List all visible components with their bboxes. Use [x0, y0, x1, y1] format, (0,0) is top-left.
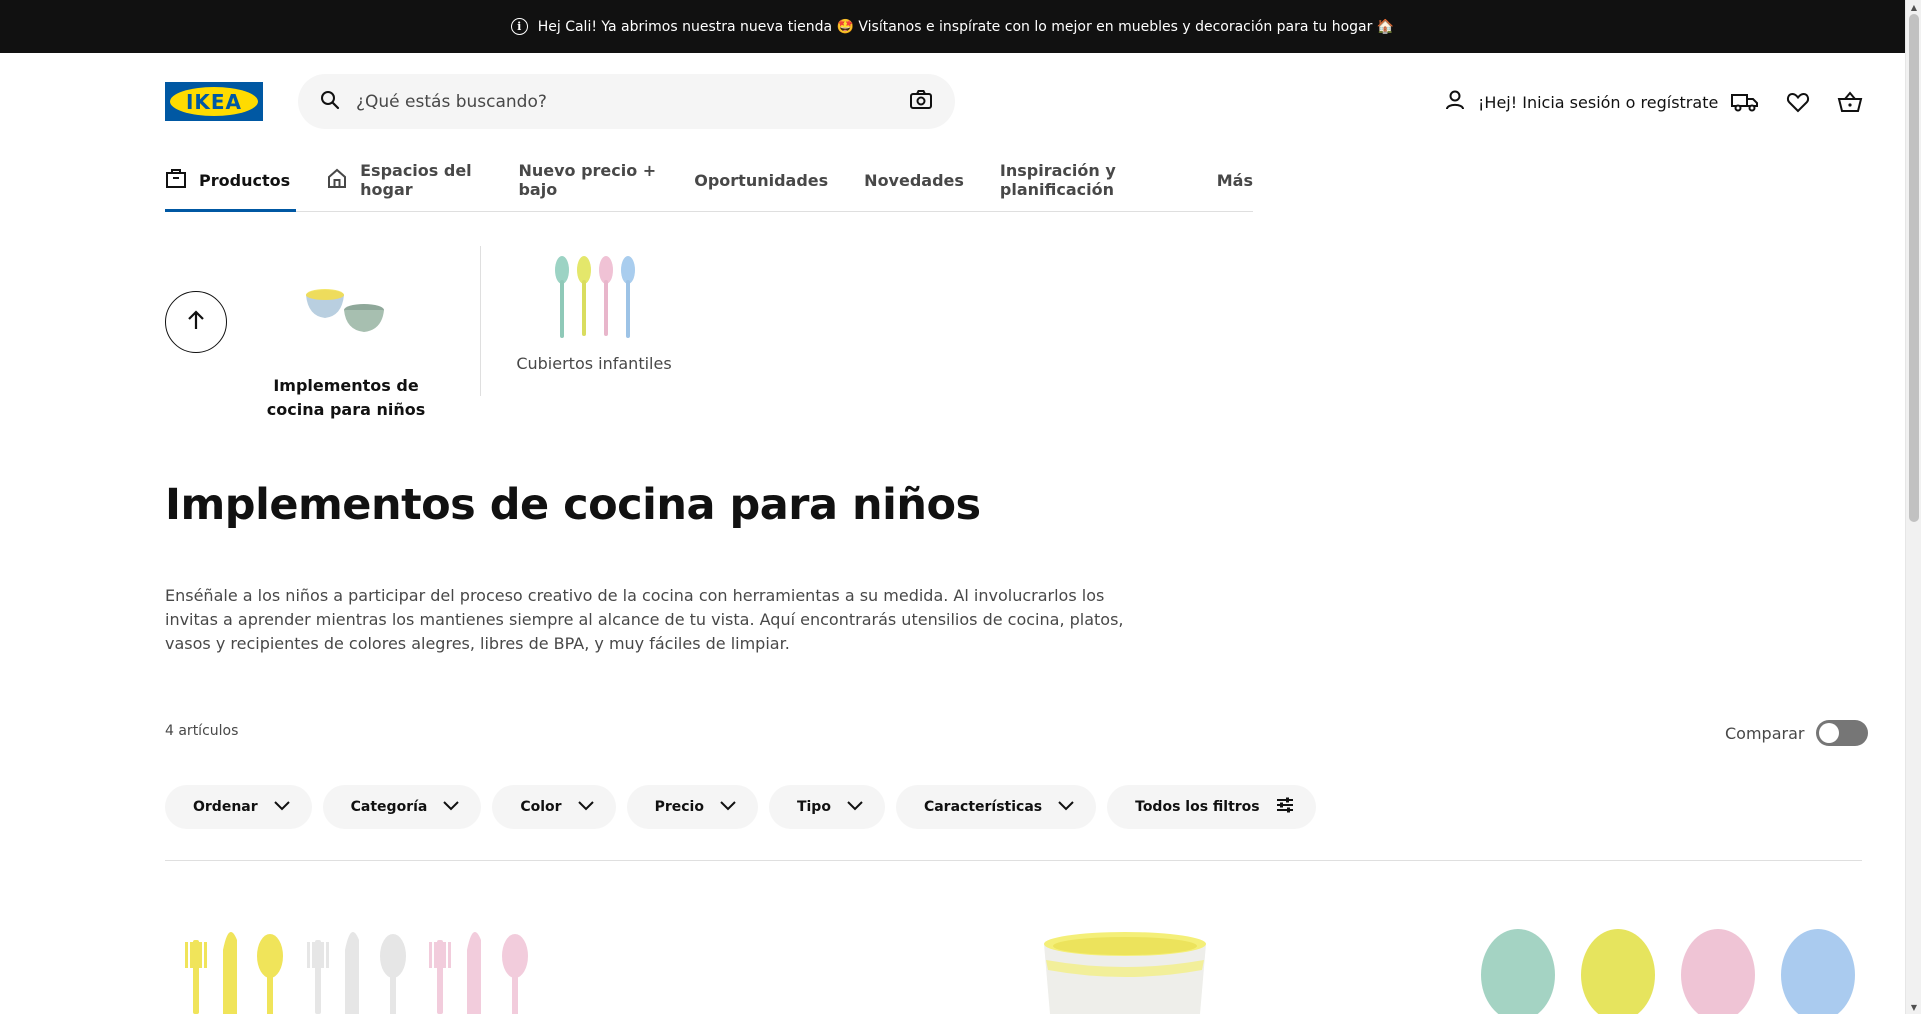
category-item-cubiertos[interactable]: Cubiertos infantiles — [516, 246, 672, 376]
category-label: Implementos de cocina para niños — [266, 376, 426, 419]
logo-text: IKEA — [185, 89, 243, 114]
nav-label: Más — [1216, 170, 1253, 190]
chevron-down-icon — [443, 799, 460, 815]
category-label: Cubiertos infantiles — [516, 354, 672, 373]
chevron-down-icon — [1058, 799, 1074, 815]
page-title: Implementos de cocina para niños — [165, 480, 981, 530]
filter-todos[interactable]: Todos los filtros — [1107, 785, 1316, 829]
search-bar[interactable]: ¿Qué estás buscando? — [298, 74, 955, 129]
product-image-spoons[interactable] — [1475, 925, 1860, 1014]
login-link[interactable]: ¡Hej! Inicia sesión o regístrate — [1444, 82, 1718, 122]
scroll-down-arrow[interactable]: ▼ — [1906, 1000, 1921, 1014]
search-icon — [320, 90, 340, 114]
ikea-logo[interactable]: IKEA — [165, 82, 263, 121]
filter-label: Categoría — [350, 799, 428, 815]
nav-item-espacios[interactable]: Espacios del hogar — [326, 160, 482, 200]
product-image-cutlery-set[interactable] — [175, 920, 545, 1014]
info-circle-icon: i — [510, 18, 528, 35]
filter-ordenar[interactable]: Ordenar — [165, 785, 312, 829]
category-thumbnail — [248, 258, 444, 358]
filter-color[interactable]: Color — [492, 785, 616, 829]
nav-label: Oportunidades — [694, 170, 829, 190]
camera-icon[interactable] — [909, 89, 933, 115]
filter-label: Precio — [654, 799, 704, 815]
filter-precio[interactable]: Precio — [626, 785, 758, 829]
nav-label: Novedades — [864, 170, 964, 190]
search-input[interactable]: ¿Qué estás buscando? — [356, 92, 909, 112]
filter-tipo[interactable]: Tipo — [768, 785, 885, 829]
user-icon — [1444, 89, 1466, 115]
filter-caracteristicas[interactable]: Características — [895, 785, 1097, 829]
filter-separator — [165, 860, 1862, 861]
login-label: ¡Hej! Inicia sesión o regístrate — [1478, 92, 1719, 112]
nav-item-nuevo-precio[interactable]: Nuevo precio + bajo — [518, 160, 658, 200]
nav-item-mas[interactable]: Más — [1217, 160, 1253, 200]
chevron-down-icon — [273, 799, 290, 815]
chevron-down-icon — [847, 799, 863, 815]
main-nav: Productos Espacios del hogar Nuevo preci… — [165, 160, 1253, 212]
filter-label: Todos los filtros — [1135, 799, 1260, 815]
back-up-button[interactable] — [165, 291, 227, 353]
product-image-bowls[interactable] — [1040, 930, 1210, 1014]
scroll-up-arrow[interactable]: ▲ — [1906, 0, 1921, 14]
banner-text: Hej Cali! Ya abrimos nuestra nueva tiend… — [537, 18, 1395, 35]
category-item-implementos[interactable]: Implementos de cocina para niños — [248, 258, 444, 422]
nav-item-productos[interactable]: Productos — [165, 160, 297, 212]
home-icon — [326, 167, 348, 193]
filter-label: Ordenar — [193, 799, 258, 815]
compare-toggle[interactable] — [1816, 720, 1869, 746]
filter-bar: Ordenar Categoría Color Precio Tipo Cara… — [165, 785, 1316, 829]
chevron-down-icon — [577, 799, 594, 815]
item-count: 4 artículos — [165, 723, 239, 739]
nav-label: Espacios del hogar — [360, 161, 472, 199]
bag-icon — [165, 167, 187, 193]
category-divider — [480, 246, 481, 396]
nav-item-oportunidades[interactable]: Oportunidades — [694, 160, 828, 200]
page-description: Enséñale a los niños a participar del pr… — [165, 586, 1124, 653]
nav-item-inspiracion[interactable]: Inspiración y planificación — [1000, 160, 1181, 200]
compare-toggle-row[interactable]: Comparar — [1725, 720, 1869, 746]
nav-label: Inspiración y planificación — [999, 161, 1116, 199]
nav-item-novedades[interactable]: Novedades — [864, 160, 964, 200]
sliders-icon — [1276, 797, 1294, 817]
nav-label: Productos — [199, 170, 291, 190]
chevron-down-icon — [720, 799, 736, 815]
filter-label: Características — [923, 799, 1043, 815]
truck-icon[interactable] — [1731, 88, 1759, 116]
filter-categoria[interactable]: Categoría — [322, 785, 482, 829]
basket-icon[interactable] — [1836, 88, 1864, 116]
arrow-up-icon — [184, 308, 208, 336]
top-banner[interactable]: i Hej Cali! Ya abrimos nuestra nueva tie… — [0, 0, 1905, 53]
filter-label: Tipo — [796, 799, 831, 815]
filter-label: Color — [520, 799, 562, 815]
compare-label: Comparar — [1725, 723, 1805, 743]
scrollbar-thumb[interactable] — [1909, 14, 1919, 522]
category-thumbnail — [516, 246, 672, 346]
nav-label: Nuevo precio + bajo — [518, 161, 657, 199]
page-scrollbar[interactable]: ▲ ▼ — [1905, 0, 1921, 1014]
heart-icon[interactable] — [1784, 88, 1812, 116]
